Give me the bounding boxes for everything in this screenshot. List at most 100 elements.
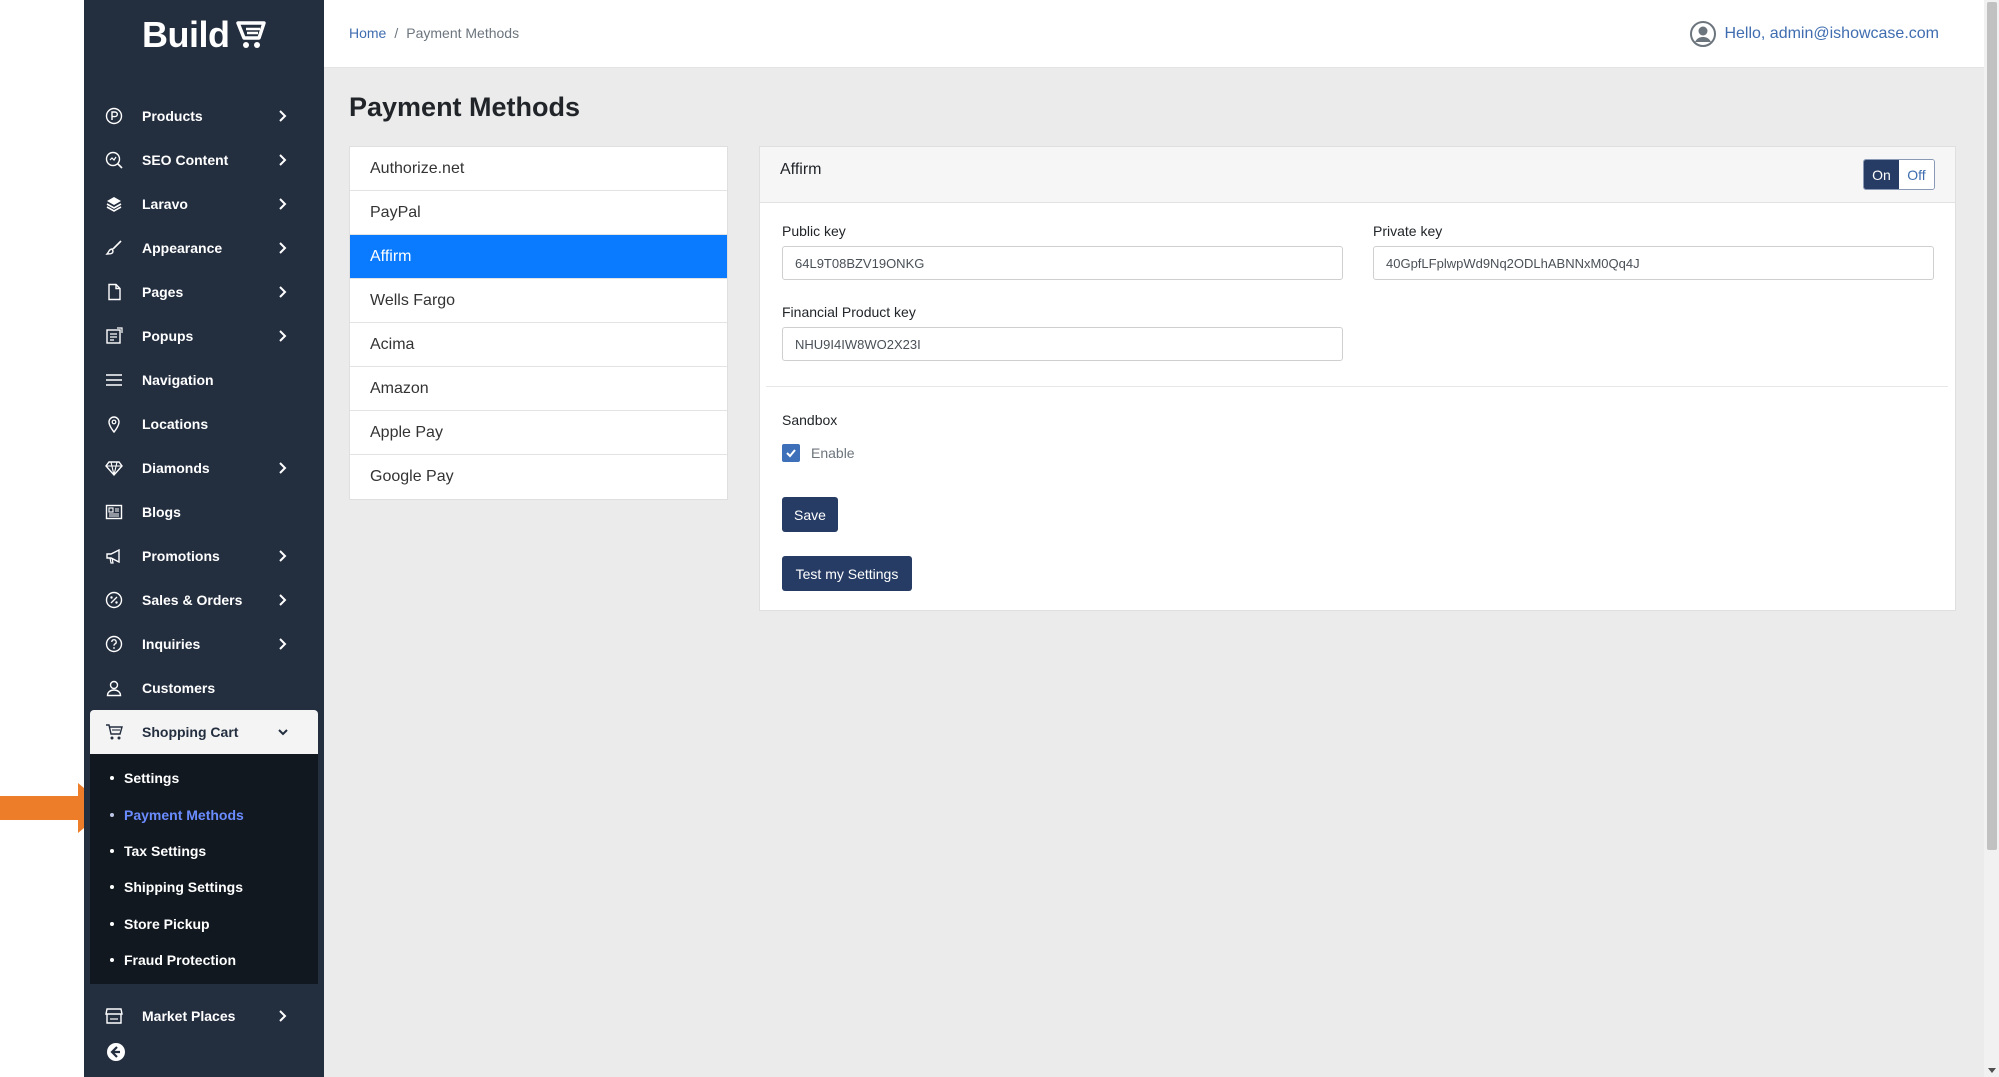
breadcrumb-separator: / [394, 25, 399, 41]
save-button[interactable]: Save [782, 497, 838, 532]
method-apple-pay[interactable]: Apple Pay [350, 411, 727, 455]
sidebar-item-market-places[interactable]: Market Places [84, 994, 324, 1038]
toggle-on-button[interactable]: On [1864, 160, 1899, 189]
test-settings-button[interactable]: Test my Settings [782, 556, 912, 591]
shopping-cart-submenu: Settings Payment Methods Tax Settings Sh… [90, 754, 318, 985]
bullet-icon [110, 848, 114, 853]
submenu-item-label: Payment Methods [124, 806, 244, 823]
financial-product-key-input[interactable] [782, 327, 1343, 361]
submenu-item-shipping-settings[interactable]: Shipping Settings [90, 869, 318, 905]
sidebar-item-popups[interactable]: Popups [84, 314, 324, 358]
submenu-item-label: Fraud Protection [124, 952, 237, 969]
bullet-icon [110, 921, 114, 926]
sidebar-item-seo-content[interactable]: SEO Content [84, 138, 324, 182]
menu-icon [104, 370, 124, 390]
method-google-pay[interactable]: Google Pay [350, 455, 727, 499]
scroll-down-arrow-icon[interactable] [1988, 1068, 1996, 1073]
chevron-down-icon [278, 729, 288, 736]
method-acima[interactable]: Acima [350, 323, 727, 367]
sidebar-item-label: SEO Content [142, 152, 229, 168]
submenu-item-fraud-protection[interactable]: Fraud Protection [90, 942, 318, 978]
public-key-input[interactable] [782, 246, 1343, 280]
chevron-right-icon [279, 330, 287, 342]
affirm-settings-panel: Affirm On Off Public key Private key Fin… [759, 146, 1956, 611]
page-scrollbar[interactable] [1984, 0, 1999, 1077]
question-icon [104, 634, 124, 654]
method-amazon[interactable]: Amazon [350, 367, 727, 411]
chevron-right-icon [279, 242, 287, 254]
toggle-off-button[interactable]: Off [1899, 160, 1934, 189]
checkmark-icon [786, 449, 796, 458]
submenu-item-settings[interactable]: Settings [90, 760, 318, 796]
sidebar-item-label: Navigation [142, 372, 214, 388]
scrollbar-thumb[interactable] [1987, 2, 1997, 850]
sidebar-item-shopping-cart[interactable]: Shopping Cart [90, 710, 318, 754]
submenu-item-label: Shipping Settings [124, 879, 243, 896]
chevron-right-icon [279, 638, 287, 650]
method-authorize-net[interactable]: Authorize.net [350, 147, 727, 191]
method-wells-fargo[interactable]: Wells Fargo [350, 279, 727, 323]
sidebar-item-inquiries[interactable]: Inquiries [84, 622, 324, 666]
sidebar-item-label: Laravo [142, 196, 188, 212]
user-menu[interactable]: Hello, admin@ishowcase.com [1690, 21, 1939, 47]
submenu-item-store-pickup[interactable]: Store Pickup [90, 906, 318, 942]
chevron-right-icon [279, 1010, 287, 1023]
sidebar-item-appearance[interactable]: Appearance [84, 226, 324, 270]
bullet-icon [110, 776, 114, 781]
sidebar-item-label: Market Places [142, 1008, 236, 1025]
collapse-sidebar-icon[interactable] [106, 1042, 126, 1062]
diamond-icon [104, 458, 124, 478]
sidebar-item-label: Popups [142, 328, 194, 344]
sidebar-item-pages[interactable]: Pages [84, 270, 324, 314]
method-affirm[interactable]: Affirm [350, 235, 727, 279]
sidebar-item-navigation[interactable]: Navigation [84, 358, 324, 402]
store-icon [104, 1006, 124, 1026]
user-icon [104, 678, 124, 698]
sidebar-item-locations[interactable]: Locations [84, 402, 324, 446]
products-icon [104, 106, 124, 126]
sidebar-item-label: Sales & Orders [142, 592, 243, 608]
top-bar: Home / Payment Methods Hello, admin@isho… [324, 0, 1984, 68]
bullet-icon [110, 958, 114, 963]
sidebar-item-products[interactable]: Products [84, 94, 324, 138]
brand-logo[interactable]: Build [142, 12, 269, 58]
sidebar-item-sales-orders[interactable]: Sales & Orders [84, 578, 324, 622]
sandbox-label: Sandbox [782, 412, 838, 428]
seo-icon [104, 150, 124, 170]
panel-header: Affirm On Off [760, 147, 1955, 203]
megaphone-icon [104, 546, 124, 566]
breadcrumb: Home / Payment Methods [349, 25, 519, 41]
method-paypal[interactable]: PayPal [350, 191, 727, 235]
sidebar-nav: Products SEO Content Laravo Appearance P [84, 94, 324, 1038]
sidebar-item-label: Customers [142, 680, 216, 696]
private-key-input[interactable] [1373, 246, 1934, 280]
cart-logo-icon [236, 21, 267, 48]
bullet-icon [110, 885, 114, 890]
submenu-item-tax-settings[interactable]: Tax Settings [90, 833, 318, 869]
sidebar-item-customers[interactable]: Customers [84, 666, 324, 710]
user-avatar-icon [1690, 21, 1717, 47]
sidebar-item-label: Inquiries [142, 636, 201, 652]
bullet-icon [110, 812, 114, 817]
submenu-item-payment-methods[interactable]: Payment Methods [90, 796, 318, 832]
sidebar-item-promotions[interactable]: Promotions [84, 534, 324, 578]
sidebar-item-label: Blogs [142, 504, 181, 520]
private-key-label: Private key [1373, 223, 1443, 239]
main-content: Payment Methods Authorize.net PayPal Aff… [324, 68, 1984, 1077]
sidebar-item-diamonds[interactable]: Diamonds [84, 446, 324, 490]
chevron-right-icon [279, 286, 287, 298]
breadcrumb-home-link[interactable]: Home [349, 25, 386, 41]
chevron-right-icon [279, 462, 287, 474]
section-divider [766, 386, 1948, 387]
sidebar-item-blogs[interactable]: Blogs [84, 490, 324, 534]
sandbox-enable-checkbox[interactable] [782, 444, 800, 462]
payment-methods-list: Authorize.net PayPal Affirm Wells Fargo … [349, 146, 728, 500]
enable-toggle[interactable]: On Off [1863, 159, 1935, 190]
user-greeting: Hello, admin@ishowcase.com [1724, 25, 1939, 42]
sidebar-item-label: Diamonds [142, 460, 210, 476]
sidebar-item-laravo[interactable]: Laravo [84, 182, 324, 226]
chevron-right-icon [279, 198, 287, 210]
financial-product-key-label: Financial Product key [782, 304, 916, 320]
submenu-item-label: Store Pickup [124, 915, 210, 932]
submenu-item-label: Tax Settings [124, 842, 207, 859]
